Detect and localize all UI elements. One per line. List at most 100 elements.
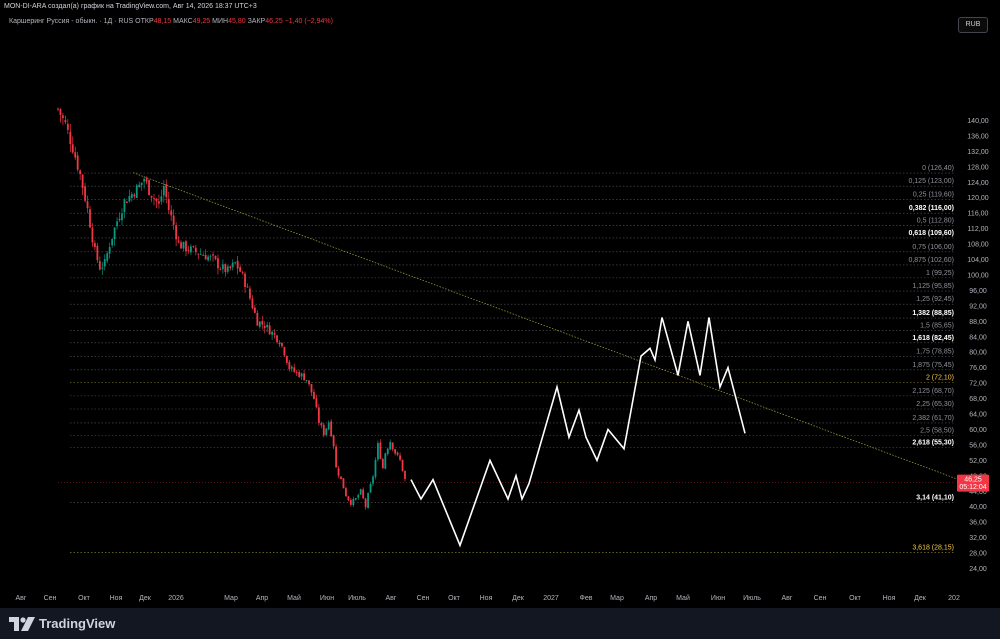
candle-body [57,108,59,110]
y-axis-tick: 72,00 [969,381,987,388]
candle-body [113,227,116,240]
candle-body [332,435,335,447]
y-axis-tick: 124,00 [967,180,989,187]
open-label: ОТКР [135,18,154,25]
candle-body [138,184,141,188]
y-axis-tick: 88,00 [969,319,987,326]
x-axis-tick: Июн [320,595,334,602]
x-axis-tick: Сен [814,595,827,602]
y-axis-tick: 132,00 [967,149,989,156]
fib-level-label: 0,875 (102,60) [908,257,954,264]
candle-body [175,225,178,240]
candle-body [106,253,109,261]
y-axis-tick: 36,00 [969,520,987,527]
y-axis-tick: 120,00 [967,195,989,202]
y-axis-tick: 60,00 [969,427,987,434]
candle-body [394,449,397,454]
candle-body [101,267,104,269]
x-axis-tick: 2027 [543,595,559,602]
candle-body [133,194,136,197]
low-label: МИН [212,18,229,25]
tradingview-logo-icon [9,616,35,631]
x-axis-tick: Дек [914,595,927,602]
candle-body [182,241,185,249]
y-axis-tick: 76,00 [969,365,987,372]
x-axis-tick: 2026 [168,595,184,602]
candle-body [160,196,163,202]
x-axis-tick: Фев [580,595,593,602]
candle-body [337,468,340,476]
trendline[interactable] [132,172,991,492]
candle-body [374,460,377,477]
candle-body [234,262,237,264]
x-axis-tick: Окт [849,595,862,602]
candle-body [404,470,406,480]
fib-level-label: 1,618 (82,45) [912,335,954,342]
candle-body [111,238,114,246]
candle-body [295,371,298,373]
fib-level-label: 0,75 (106,00) [912,244,954,251]
candle-body [153,198,155,199]
candle-body [352,498,355,506]
fib-level-label: 2,382 (61,70) [912,415,954,422]
candle-body [278,342,281,345]
candle-body [165,184,168,198]
fib-level-label: 2,618 (55,30) [912,440,954,447]
candle-body [123,199,126,212]
fib-level-label: 3,618 (28,15) [912,544,954,551]
candle-body [135,185,138,199]
candle-body [330,421,333,437]
candle-body [320,423,323,426]
tradingview-logo[interactable]: TradingView [9,616,115,631]
chart-frame: 0 (126,40) 0,125 (123,00) 0,25 (119,60) 0,3… [0,0,1000,639]
candle-body [335,446,337,468]
candle-body [81,174,84,188]
projection-path[interactable] [410,317,746,548]
y-axis-tick: 40,00 [969,504,987,511]
price-chart[interactable]: 0 (126,40) 0,125 (123,00) 0,25 (119,60) 0,3… [0,0,1000,608]
candle-body [180,242,182,249]
y-axis-tick: 52,00 [969,458,987,465]
candle-body [59,109,62,115]
candle-body [226,266,229,272]
candle-body [364,498,367,508]
y-axis-tick: 100,00 [967,272,989,279]
y-axis-tick: 28,00 [969,551,987,558]
candle-body [128,196,131,202]
candle-body [253,307,256,313]
candle-body [244,273,246,287]
candle-body [261,321,264,325]
symbol-name: Каршеринг Руссия - обыкн. · 1Д · RUS [9,18,134,25]
candle-body [283,347,286,356]
y-axis-tick: 68,00 [969,396,987,403]
candle-body [145,178,148,182]
candle-body [84,186,86,201]
candle-body [221,264,224,270]
fib-level-label: 0,618 (109,60) [908,230,954,237]
currency-button[interactable]: RUB [958,17,988,33]
candle-body [199,254,202,255]
candle-body [300,373,303,377]
candle-body [62,115,64,118]
candle-body [251,298,254,309]
candle-body [389,441,392,450]
change-value: −1,40 (−2,94%) [284,18,333,25]
symbol-info: Каршеринг Руссия - обыкн. · 1Д · RUS ОТК… [9,18,333,25]
candle-body [214,255,217,260]
candle-body [246,286,249,288]
candle-body [288,362,291,370]
candle-body [308,380,310,385]
fib-level-label: 0,382 (116,00) [909,205,954,212]
candle-body [236,260,239,269]
x-axis-tick: Дек [139,595,152,602]
candle-body [130,193,133,198]
candle-body [342,478,345,489]
y-axis-tick: 84,00 [969,334,987,341]
x-axis-tick: Апр [645,595,657,602]
x-axis-tick: 202 [948,595,960,602]
y-axis-tick: 136,00 [967,133,989,140]
candle-body [362,489,365,499]
candle-body [268,325,271,335]
candle-body [290,366,293,369]
x-axis-tick: Ноя [110,595,123,602]
